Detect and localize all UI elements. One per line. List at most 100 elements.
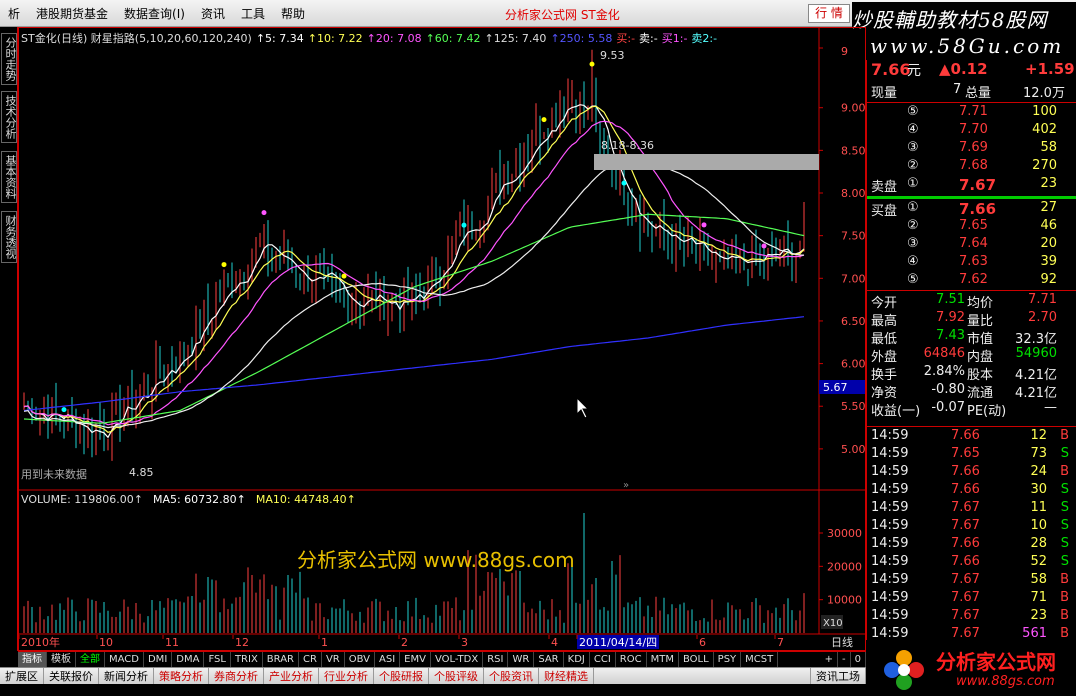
- tab-intraday[interactable]: 分时走势: [1, 33, 17, 85]
- tick-side: B: [1060, 626, 1069, 641]
- menu-item-news[interactable]: 资讯: [193, 5, 233, 22]
- status-tab[interactable]: 产业分析: [264, 668, 319, 684]
- tick-row: 14:59 7.67 11 S: [867, 500, 1076, 518]
- app-title: 分析家公式网 ST金化: [505, 8, 620, 22]
- indicator-tab[interactable]: VR: [322, 652, 345, 667]
- tick-time: 14:59: [871, 626, 909, 641]
- indicator-tab[interactable]: ASI: [375, 652, 401, 667]
- indicator-tab[interactable]: OBV: [345, 652, 375, 667]
- reset-button[interactable]: 0: [851, 652, 866, 667]
- signal-marker: [761, 243, 767, 249]
- last-price: 7.66: [871, 60, 911, 79]
- status-tab[interactable]: 个股研报: [374, 668, 429, 684]
- indicator-tab[interactable]: FSL: [204, 652, 231, 667]
- stat-key: 量比: [967, 314, 994, 329]
- period-label[interactable]: 日线: [831, 635, 853, 649]
- tick-row: 14:59 7.66 28 S: [867, 536, 1076, 554]
- menu-item-analysis[interactable]: 析: [0, 5, 28, 22]
- menu-item-hk-futures[interactable]: 港股期货基金: [28, 5, 116, 22]
- indicator-tab[interactable]: 模板: [47, 652, 76, 667]
- level-index: ②: [907, 218, 919, 233]
- indicator-tab[interactable]: TRIX: [231, 652, 263, 667]
- stat-value: 54960: [1015, 346, 1057, 361]
- level-price: 7.69: [959, 140, 988, 155]
- level-index: ⑤: [907, 272, 919, 287]
- menu-item-tools[interactable]: 工具: [233, 5, 273, 22]
- indicator-tab[interactable]: BOLL: [679, 652, 714, 667]
- tick-side: S: [1060, 482, 1069, 497]
- level-price: 7.63: [959, 254, 988, 269]
- tick-time: 14:59: [871, 482, 909, 497]
- stat-value: 4.21亿: [1015, 386, 1057, 401]
- status-right-tab[interactable]: 资讯工场: [810, 668, 866, 684]
- status-tab[interactable]: 券商分析: [209, 668, 264, 684]
- band-label: 8.18-8.36: [601, 139, 654, 152]
- tick-time: 14:59: [871, 428, 909, 443]
- indicator-tab[interactable]: DMI: [144, 652, 173, 667]
- tick-price: 7.66: [951, 554, 980, 569]
- level-price: 7.67: [959, 176, 997, 194]
- stat-value: -0.07: [931, 400, 965, 415]
- stat-value: 32.3亿: [1015, 332, 1057, 347]
- tick-row: 14:59 7.66 24 B: [867, 464, 1076, 482]
- indicator-tab[interactable]: ROC: [616, 652, 647, 667]
- y-tick-label: 5.00: [841, 443, 865, 456]
- indicator-tab[interactable]: RSI: [483, 652, 509, 667]
- tab-fundamentals[interactable]: 基本资料: [1, 151, 17, 203]
- level-price: 7.71: [959, 104, 988, 119]
- ma125-line: [23, 160, 805, 429]
- stat-row: 今开 7.51 均价 7.71: [867, 292, 1076, 311]
- quote-button[interactable]: 行 情: [808, 4, 850, 23]
- status-tab[interactable]: 扩展区: [0, 668, 44, 684]
- indicator-tab[interactable]: 全部: [76, 652, 105, 667]
- brand-logo: 分析家公式网 www.88gs.com: [866, 640, 1076, 696]
- indicator-tab[interactable]: CR: [299, 652, 322, 667]
- indicator-tab[interactable]: 指标: [18, 652, 47, 667]
- menu-item-data-query[interactable]: 数据查询(I): [116, 5, 193, 22]
- indicator-tab[interactable]: KDJ: [564, 652, 590, 667]
- menu-item-help[interactable]: 帮助: [273, 5, 313, 22]
- watermark-banner: 炒股輔助教材58股网 www.58Gu.com: [852, 2, 1076, 64]
- stat-key: 净资: [871, 386, 898, 401]
- indicator-tab[interactable]: MACD: [105, 652, 144, 667]
- tick-time: 14:59: [871, 572, 909, 587]
- tab-finance[interactable]: 财务透视: [1, 211, 17, 263]
- tick-price: 7.67: [951, 500, 980, 515]
- status-tab[interactable]: 行业分析: [319, 668, 374, 684]
- tick-price: 7.67: [951, 608, 980, 623]
- indicator-tab[interactable]: SAR: [534, 652, 564, 667]
- indicator-tab[interactable]: PSY: [714, 652, 742, 667]
- stat-key: 内盘: [967, 350, 994, 365]
- status-tab[interactable]: 个股评级: [429, 668, 484, 684]
- indicator-tab[interactable]: BRAR: [263, 652, 299, 667]
- tick-time: 14:59: [871, 536, 909, 551]
- zoom-out-button[interactable]: -: [838, 652, 851, 667]
- status-tab[interactable]: 新闻分析: [99, 668, 154, 684]
- tab-technical[interactable]: 技术分析: [1, 91, 17, 143]
- tick-row: 14:59 7.65 73 S: [867, 446, 1076, 464]
- indicator-tab[interactable]: EMV: [400, 652, 431, 667]
- zoom-in-button[interactable]: +: [821, 652, 839, 667]
- kline-chart[interactable]: ST金化(日线) 财星指路(5,10,20,60,120,240) ↑5: 7.3…: [18, 27, 866, 651]
- indicator-tab[interactable]: MTM: [647, 652, 679, 667]
- y-tick-label: 8.50: [841, 144, 865, 157]
- level-volume: 39: [1040, 254, 1057, 269]
- order-level: ⑤ 7.71 100: [867, 104, 1076, 122]
- status-tab[interactable]: 财经精选: [539, 668, 594, 684]
- level-volume: 58: [1040, 140, 1057, 155]
- tick-time: 14:59: [871, 518, 909, 533]
- status-tab[interactable]: 策略分析: [154, 668, 209, 684]
- y-tick-label: 7.00: [841, 272, 865, 285]
- order-level: ② 7.68 270: [867, 158, 1076, 176]
- indicator-tab[interactable]: DMA: [172, 652, 205, 667]
- indicator-tab[interactable]: CCI: [590, 652, 616, 667]
- indicator-tab[interactable]: WR: [508, 652, 535, 667]
- status-tab[interactable]: 个股资讯: [484, 668, 539, 684]
- indicator-tab[interactable]: MCST: [741, 652, 779, 667]
- level-index: ④: [907, 254, 919, 269]
- level-index: ⑤: [907, 104, 919, 119]
- indicator-tab[interactable]: VOL-TDX: [431, 652, 484, 667]
- status-tab[interactable]: 关联报价: [44, 668, 99, 684]
- scroll-marker[interactable]: »: [623, 480, 629, 491]
- chart-canvas[interactable]: 9 9.00 8.50 8.00 7.50 7.00 6.50 6.00 5.50 5.00 30…: [19, 28, 865, 650]
